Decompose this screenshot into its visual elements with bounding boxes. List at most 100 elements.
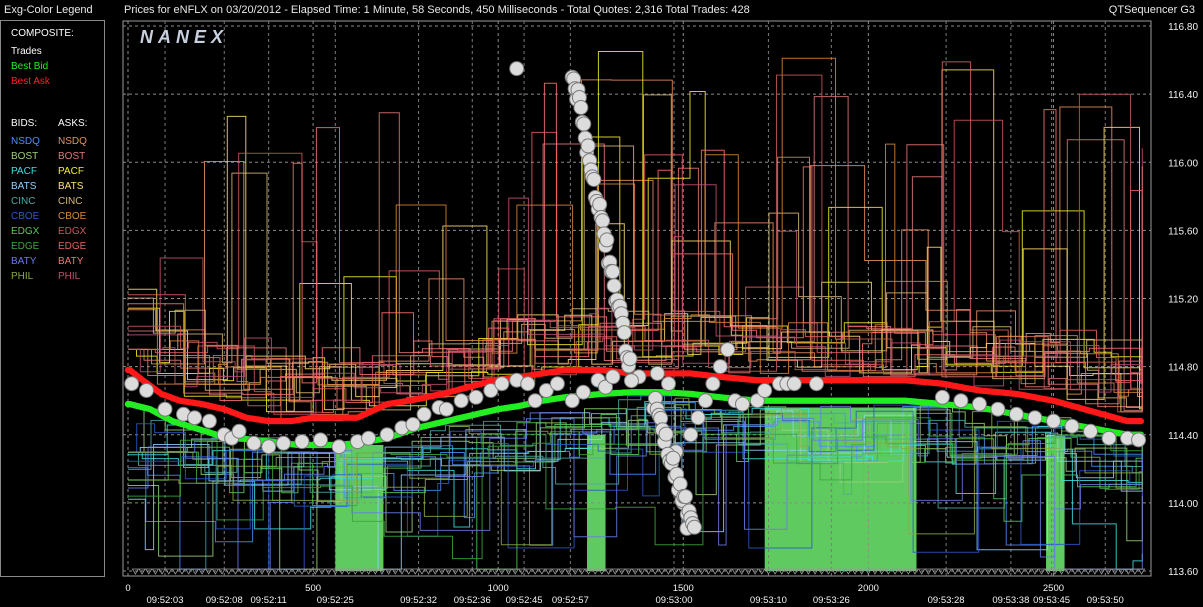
time-tick-label: 09:53:28 bbox=[928, 595, 965, 606]
trade-marker bbox=[1027, 410, 1043, 426]
trade-marker bbox=[361, 430, 377, 446]
trade-marker bbox=[622, 351, 638, 367]
time-tick-label: 09:52:08 bbox=[206, 595, 243, 606]
x-tick-label: 1500 bbox=[673, 583, 694, 594]
x-tick-label: 1000 bbox=[488, 583, 509, 594]
y-tick-label: 114.00 bbox=[1168, 499, 1198, 510]
trade-marker bbox=[313, 432, 328, 448]
trade-marker bbox=[934, 389, 950, 405]
x-tick-label: 0 bbox=[125, 583, 130, 594]
trade-marker bbox=[576, 116, 592, 132]
trade-marker bbox=[990, 401, 1006, 417]
trade-marker bbox=[1083, 423, 1098, 439]
time-tick-label: 09:53:26 bbox=[813, 595, 850, 606]
bid-depth-block-3 bbox=[587, 434, 606, 571]
trade-marker bbox=[720, 342, 736, 358]
trade-marker bbox=[261, 439, 277, 455]
trade-marker bbox=[665, 450, 681, 466]
y-tick-label: 116.00 bbox=[1168, 158, 1198, 169]
time-tick-label: 09:52:32 bbox=[400, 595, 437, 606]
trade-marker bbox=[605, 369, 621, 385]
trade-marker bbox=[698, 393, 713, 409]
trade-marker bbox=[201, 413, 217, 429]
time-tick-label: 09:53:10 bbox=[750, 595, 787, 606]
trade-marker bbox=[658, 426, 674, 442]
trade-marker bbox=[683, 427, 699, 443]
trade-marker bbox=[605, 264, 621, 280]
best-ask-marker bbox=[1137, 417, 1145, 425]
nanex-watermark: NANEX bbox=[140, 27, 228, 47]
trade-marker bbox=[231, 423, 247, 439]
trade-marker bbox=[509, 61, 525, 77]
trade-marker bbox=[661, 376, 676, 392]
trade-marker bbox=[549, 376, 565, 392]
plot-frame bbox=[122, 20, 1152, 577]
trade-marker bbox=[678, 489, 693, 505]
trade-marker bbox=[586, 172, 602, 187]
trade-marker bbox=[971, 396, 987, 412]
time-tick-label: 09:52:45 bbox=[506, 595, 543, 606]
trade-marker bbox=[953, 393, 969, 409]
trade-marker bbox=[405, 417, 421, 432]
time-tick-label: 09:53:38 bbox=[992, 595, 1029, 606]
trade-marker bbox=[276, 435, 291, 451]
trade-marker bbox=[453, 393, 469, 409]
trade-marker bbox=[157, 401, 173, 417]
y-tick-label: 115.60 bbox=[1168, 226, 1198, 237]
trade-marker bbox=[580, 138, 596, 154]
y-tick-label: 115.20 bbox=[1168, 295, 1198, 306]
trade-marker bbox=[599, 232, 615, 248]
y-tick-label: 116.40 bbox=[1168, 90, 1198, 101]
trade-marker bbox=[294, 434, 310, 450]
x-tick-label: 2500 bbox=[1043, 583, 1064, 594]
trade-marker bbox=[527, 393, 543, 409]
trade-marker bbox=[416, 406, 432, 422]
trade-marker bbox=[468, 389, 484, 405]
y-tick-label: 116.80 bbox=[1168, 22, 1198, 33]
trade-marker bbox=[575, 384, 591, 400]
time-tick-label: 09:52:25 bbox=[317, 595, 354, 606]
trade-marker bbox=[438, 401, 454, 417]
trade-marker bbox=[1064, 418, 1080, 434]
trade-marker bbox=[672, 476, 688, 492]
trade-marker bbox=[187, 410, 203, 426]
ask-feed-nsdq bbox=[128, 79, 1143, 390]
trade-marker bbox=[520, 376, 536, 392]
trade-marker bbox=[649, 365, 665, 381]
x-tick-label: 2000 bbox=[858, 583, 879, 594]
price-chart: 116.80 116.40 116.00 115.60 115.20 114.80 114.… bbox=[122, 20, 1198, 606]
trade-marker bbox=[686, 519, 702, 535]
trade-marker bbox=[1008, 406, 1024, 422]
time-tick-label: 09:53:00 bbox=[656, 595, 693, 606]
trade-marker bbox=[705, 376, 721, 392]
y-tick-label: 113.60 bbox=[1168, 567, 1198, 578]
y-tick-label: 114.80 bbox=[1168, 363, 1198, 374]
trade-marker bbox=[735, 396, 750, 412]
trade-marker bbox=[712, 359, 728, 375]
ask-feed-baty bbox=[128, 82, 1143, 401]
trade-marker bbox=[331, 439, 347, 455]
trade-marker bbox=[124, 376, 140, 392]
time-tick-label: 09:53:45 bbox=[1033, 595, 1070, 606]
trade-marker bbox=[1101, 430, 1117, 446]
trade-marker bbox=[786, 376, 802, 392]
trade-marker bbox=[592, 196, 608, 212]
trade-marker bbox=[757, 383, 773, 398]
time-tick-label: 09:52:03 bbox=[147, 595, 184, 606]
y-tick-label: 114.40 bbox=[1168, 431, 1198, 442]
trade-marker bbox=[1046, 413, 1061, 429]
x-tick-label: 500 bbox=[305, 583, 321, 594]
trade-marker bbox=[616, 325, 632, 341]
trade-marker bbox=[690, 410, 706, 426]
time-tick-label: 09:52:57 bbox=[552, 595, 589, 606]
trade-marker bbox=[595, 213, 611, 229]
time-tick-label: 09:52:11 bbox=[251, 595, 287, 606]
time-tick-label: 09:52:36 bbox=[454, 595, 491, 606]
trade-marker bbox=[246, 435, 262, 451]
trade-marker bbox=[573, 100, 589, 115]
trade-marker bbox=[139, 383, 154, 398]
trade-marker bbox=[623, 373, 639, 389]
trade-marker bbox=[494, 376, 510, 392]
time-tick-label: 09:53:50 bbox=[1087, 595, 1124, 606]
trade-marker bbox=[1131, 432, 1147, 448]
